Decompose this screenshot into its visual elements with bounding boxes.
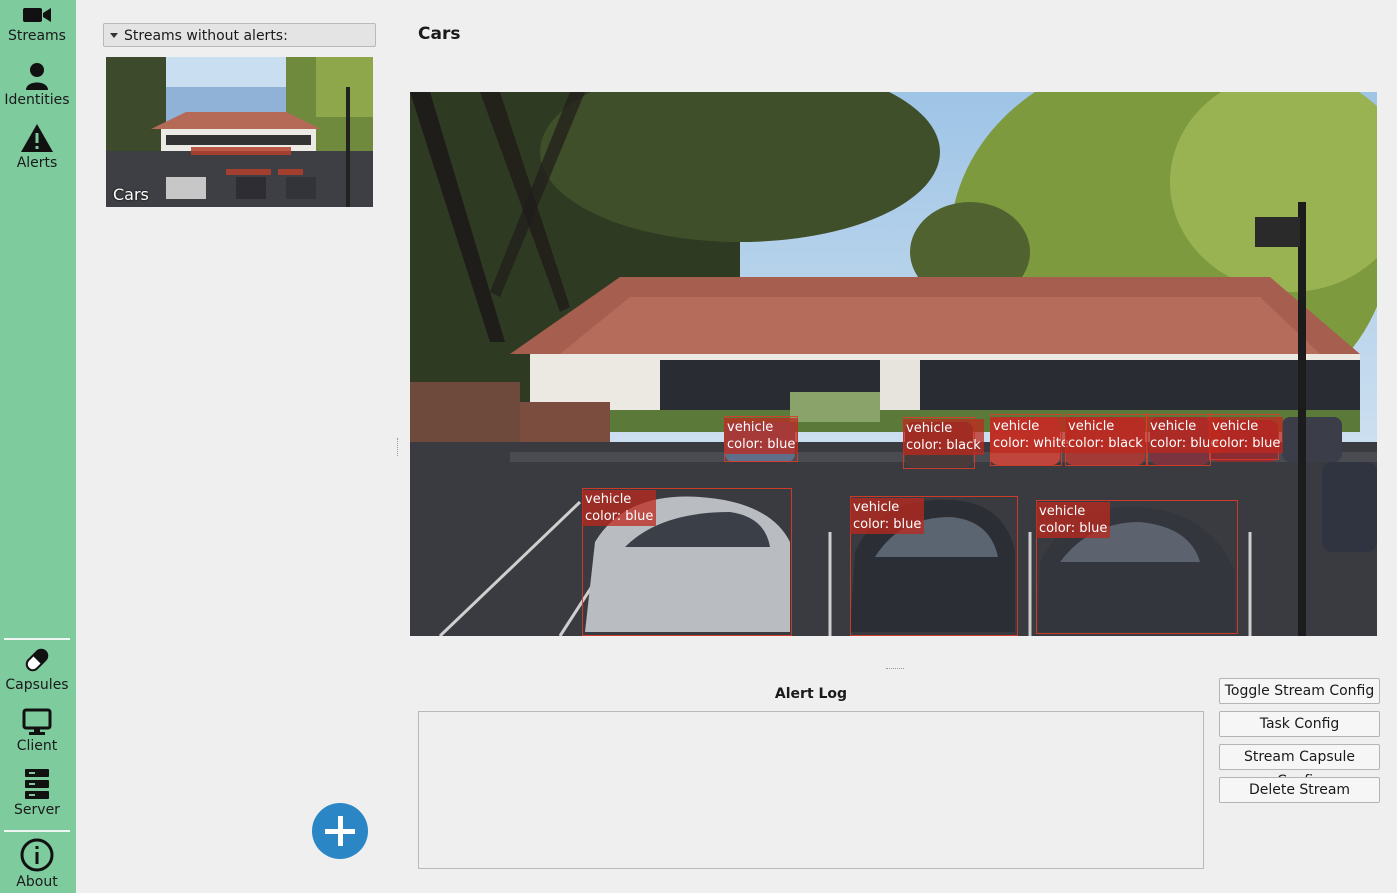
detection-label: vehicle color: white xyxy=(990,417,1072,453)
sidebar: Streams Identities Alerts Capsules Clien… xyxy=(0,0,76,893)
detection-attribute: color: blue xyxy=(727,437,796,452)
nav-about[interactable]: About xyxy=(0,838,74,890)
alert-log-title: Alert Log xyxy=(774,686,848,702)
detection-label: vehicle color: blue xyxy=(724,418,799,454)
nav-identities[interactable]: Identities xyxy=(0,62,74,108)
nav-server[interactable]: Server xyxy=(0,768,74,818)
detection-class: vehicle xyxy=(853,500,900,515)
add-stream-button[interactable] xyxy=(312,803,368,859)
nav-capsules[interactable]: Capsules xyxy=(0,645,74,693)
dropdown-arrow-icon xyxy=(110,32,118,38)
server-icon xyxy=(25,769,49,799)
detection-class: vehicle xyxy=(1212,419,1259,434)
person-icon xyxy=(26,63,48,90)
sidebar-divider xyxy=(4,638,70,640)
task-config-button[interactable]: Task Config xyxy=(1219,711,1380,737)
toggle-stream-config-button[interactable]: Toggle Stream Config xyxy=(1219,678,1380,704)
stream-thumbnail-label: Cars xyxy=(113,185,149,204)
nav-alerts[interactable]: Alerts xyxy=(0,123,74,171)
detection-attribute: color: blue xyxy=(585,509,654,524)
nav-streams[interactable]: Streams xyxy=(0,4,74,44)
detection-attribute: color: blue xyxy=(1212,436,1281,451)
alert-log-list[interactable] xyxy=(418,711,1204,869)
detection-class: vehicle xyxy=(1068,419,1115,434)
detection-label: vehicle color: blue xyxy=(1036,502,1111,538)
detection-class: vehicle xyxy=(906,421,953,436)
stream-thumbnail[interactable]: Cars xyxy=(106,57,373,207)
stream-filter-label: Streams without alerts: xyxy=(124,28,288,44)
nav-identities-label: Identities xyxy=(4,92,70,108)
nav-streams-label: Streams xyxy=(8,28,66,44)
detection-class: vehicle xyxy=(727,420,774,435)
warning-icon xyxy=(21,124,53,152)
detection-attribute: color: blue xyxy=(853,517,922,532)
monitor-icon xyxy=(22,708,52,735)
detection-attribute: color: black xyxy=(906,438,981,453)
vertical-splitter-handle[interactable] xyxy=(397,438,400,456)
stream-filter-dropdown[interactable]: Streams without alerts: xyxy=(103,23,376,47)
horizontal-splitter-handle[interactable] xyxy=(886,668,904,671)
detection-label: vehicle color: blue xyxy=(582,490,657,526)
detection-class: vehicle xyxy=(585,492,632,507)
detection-label: vehicle color: blue xyxy=(850,498,925,534)
detection-attribute: color: black xyxy=(1068,436,1143,451)
nav-client-label: Client xyxy=(16,738,58,754)
nav-capsules-label: Capsules xyxy=(5,677,69,693)
detection-attribute: color: blue xyxy=(1039,521,1108,536)
nav-server-label: Server xyxy=(14,802,60,818)
nav-client[interactable]: Client xyxy=(0,708,74,754)
stream-capsule-config-button[interactable]: Stream Capsule Config xyxy=(1219,744,1380,789)
detection-label: vehicle color: black xyxy=(1065,417,1146,453)
detection-label: vehicle color: black xyxy=(903,419,984,455)
capsule-icon xyxy=(25,648,49,672)
info-icon xyxy=(20,838,54,872)
detection-class: vehicle xyxy=(993,419,1040,434)
nav-about-label: About xyxy=(16,874,58,890)
stream-title: Cars xyxy=(418,24,461,44)
delete-stream-button[interactable]: Delete Stream xyxy=(1219,777,1380,803)
detection-label: vehicle color: blue xyxy=(1209,417,1284,453)
detection-attribute: color: white xyxy=(993,436,1069,451)
video-feed: vehicle color: blue vehicle color: black v… xyxy=(410,92,1377,636)
nav-alerts-label: Alerts xyxy=(16,155,58,171)
sidebar-divider xyxy=(4,830,70,832)
video-camera-icon xyxy=(23,8,51,22)
detection-class: vehicle xyxy=(1039,504,1086,519)
